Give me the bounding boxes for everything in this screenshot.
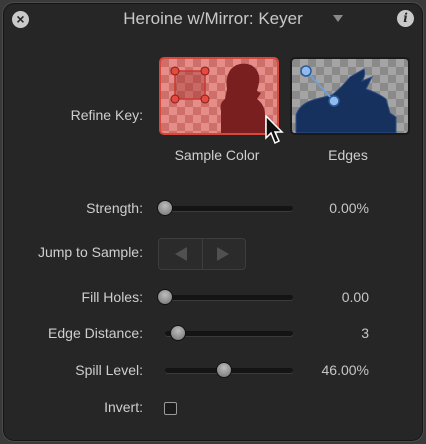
jump-to-sample-stepper <box>158 238 246 270</box>
strength-label: Strength: <box>86 200 143 216</box>
title-bar[interactable]: × Heroine w/Mirror: Keyer i <box>3 3 423 35</box>
edges-thumbnail <box>292 59 408 133</box>
edge-distance-slider-knob[interactable] <box>169 325 186 341</box>
previous-sample-button[interactable] <box>159 239 203 269</box>
sample-color-button[interactable] <box>159 57 279 135</box>
strength-slider[interactable] <box>157 200 293 216</box>
fill-holes-value[interactable]: 0.00 <box>342 289 369 305</box>
edge-distance-label: Edge Distance: <box>48 325 143 341</box>
spill-level-slider-knob[interactable] <box>215 362 232 378</box>
spill-level-label: Spill Level: <box>75 362 143 378</box>
fill-holes-slider-knob[interactable] <box>157 289 173 305</box>
triangle-right-icon <box>217 247 229 261</box>
spill-level-value[interactable]: 46.00% <box>322 362 369 378</box>
strength-value[interactable]: 0.00% <box>329 200 369 216</box>
strength-slider-knob[interactable] <box>157 200 173 216</box>
spill-level-slider[interactable] <box>165 362 293 378</box>
invert-label: Invert: <box>104 399 143 415</box>
chevron-down-icon[interactable] <box>333 15 343 22</box>
edge-distance-value[interactable]: 3 <box>361 325 369 341</box>
edges-button[interactable] <box>290 57 410 135</box>
sample-color-thumbnail <box>161 59 277 133</box>
info-icon[interactable]: i <box>397 10 414 27</box>
mouse-pointer-icon <box>265 115 284 145</box>
window-title: Heroine w/Mirror: Keyer <box>123 9 303 28</box>
next-sample-button[interactable] <box>202 239 245 269</box>
fill-holes-label: Fill Holes: <box>81 289 143 305</box>
invert-checkbox[interactable] <box>164 402 177 415</box>
sample-color-caption: Sample Color <box>174 147 260 163</box>
refine-key-label: Refine Key: <box>70 107 143 123</box>
jump-to-sample-label: Jump to Sample: <box>37 244 143 260</box>
edges-caption: Edges <box>328 147 368 163</box>
keyer-hud-window: × Heroine w/Mirror: Keyer i Refine Key: … <box>2 2 424 442</box>
close-icon[interactable]: × <box>12 11 29 28</box>
edge-distance-slider[interactable] <box>165 325 293 341</box>
fill-holes-slider[interactable] <box>157 289 293 305</box>
triangle-left-icon <box>175 247 187 261</box>
